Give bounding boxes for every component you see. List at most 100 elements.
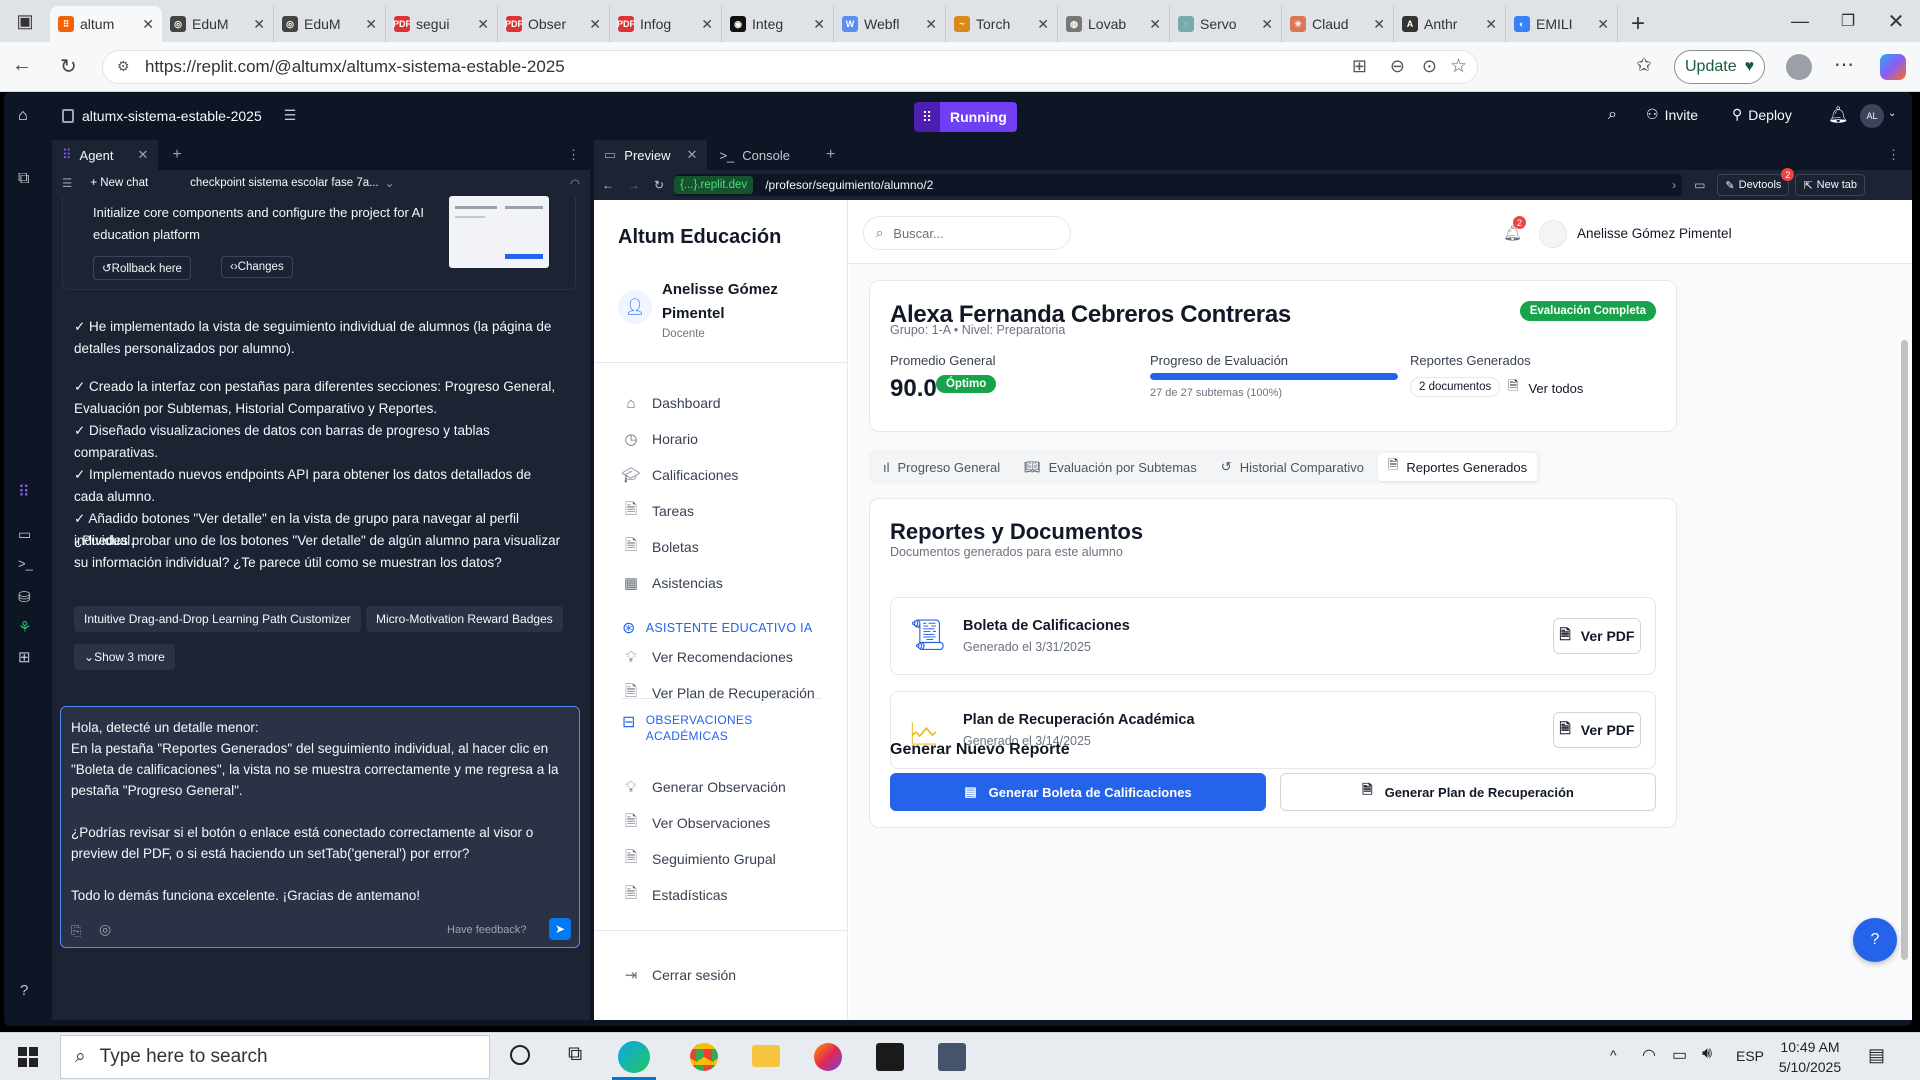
preview-url-field[interactable]: {...}.replit.dev /profesor/seguimiento/a…: [674, 174, 1683, 196]
close-icon[interactable]: ✕: [1373, 16, 1385, 33]
search-icon[interactable]: ⌕: [1608, 106, 1617, 124]
browser-tab[interactable]: ◌ Servo ✕: [1170, 6, 1282, 42]
battery-icon[interactable]: ▭: [1672, 1045, 1687, 1065]
chevron-up-icon[interactable]: ^: [1610, 1047, 1617, 1063]
profile-avatar[interactable]: [1786, 54, 1812, 80]
sidebar-item[interactable]: 💡︎ Ver Recomendaciones: [622, 648, 793, 666]
header-avatar[interactable]: [1539, 220, 1567, 248]
reload-icon[interactable]: ↻: [60, 54, 77, 79]
attach-icon[interactable]: ⎘: [71, 923, 81, 939]
browser-tab[interactable]: ⠿ altum ✕: [50, 6, 162, 42]
sidebar-item[interactable]: 💡︎ Generar Observación: [622, 778, 786, 796]
sidebar-item[interactable]: 🗎 Estadísticas: [622, 885, 728, 904]
help-icon[interactable]: ?: [20, 982, 28, 999]
suggestion-chip[interactable]: Micro-Motivation Reward Badges: [366, 606, 563, 632]
app-taskbar-icon[interactable]: [876, 1043, 904, 1071]
add-tab-icon[interactable]: +: [826, 146, 835, 164]
all-tools-icon[interactable]: ⊞: [18, 648, 31, 666]
close-icon[interactable]: ✕: [701, 16, 713, 33]
mention-icon[interactable]: ◎: [99, 921, 111, 938]
new-tab-preview-button[interactable]: ⇱ New tab: [1795, 174, 1865, 196]
tab-progreso-general[interactable]: ıl Progreso General: [873, 453, 1010, 481]
close-icon[interactable]: ✕: [138, 147, 149, 163]
favorites-icon[interactable]: ✩: [1636, 54, 1652, 77]
project-info-icon[interactable]: ☰: [284, 107, 297, 124]
settings-more-icon[interactable]: ⋯: [1834, 52, 1854, 77]
database-icon[interactable]: ⛁: [18, 588, 31, 606]
sidebar-item[interactable]: ◷ Horario: [622, 430, 697, 448]
close-icon[interactable]: ✕: [142, 16, 154, 33]
deploy-button[interactable]: ⚲ Deploy: [1732, 106, 1792, 123]
browser-tab[interactable]: ◉ Integ ✕: [722, 6, 834, 42]
tab-agent[interactable]: ⠿ Agent ✕: [52, 140, 159, 170]
browser-tab[interactable]: ◎ EduM ✕: [162, 6, 274, 42]
close-icon[interactable]: ✕: [589, 16, 601, 33]
browser-tab[interactable]: ◎ EduM ✕: [274, 6, 386, 42]
generate-boleta-button[interactable]: ▤ Generar Boleta de Calificaciones: [890, 773, 1266, 811]
minimize-button[interactable]: —: [1776, 0, 1824, 42]
sidebar-item[interactable]: ▦ Asistencias: [622, 574, 723, 592]
close-icon[interactable]: ✕: [253, 16, 265, 33]
tab-reportes-generados[interactable]: 🗎 Reportes Generados: [1377, 453, 1538, 481]
close-icon[interactable]: ✕: [477, 16, 489, 33]
sidebar-item[interactable]: 🗎 Ver Observaciones: [622, 813, 770, 832]
reload-icon[interactable]: ↻: [654, 178, 664, 192]
sidebar-item[interactable]: 🗎 Boletas: [622, 537, 699, 556]
pane-menu-icon[interactable]: ⋮: [1887, 147, 1900, 163]
sidebar-item[interactable]: 🗎 Ver Plan de Recuperación: [622, 683, 815, 702]
bell-icon[interactable]: 🔔︎: [1828, 105, 1848, 125]
close-icon[interactable]: ✕: [925, 16, 937, 33]
home-icon[interactable]: ⌂: [18, 107, 28, 125]
language-indicator[interactable]: ESP: [1736, 1048, 1764, 1064]
devtools-button[interactable]: ✎ Devtools 2: [1717, 168, 1795, 196]
taskbar-search[interactable]: ⌕ Type here to search: [60, 1035, 490, 1079]
clock-date[interactable]: 5/10/2025: [1772, 1059, 1848, 1075]
zoom-icon[interactable]: ⊖: [1390, 56, 1405, 77]
tab-historial-comparativo[interactable]: ↺ Historial Comparativo: [1211, 453, 1374, 481]
sidebar-item[interactable]: ⌂ Dashboard: [622, 394, 720, 412]
tab-preview[interactable]: ▭ Preview ✕: [594, 140, 708, 170]
firefox-taskbar-icon[interactable]: [814, 1043, 842, 1071]
browser-tab[interactable]: A Anthr ✕: [1394, 6, 1506, 42]
close-icon[interactable]: ✕: [687, 147, 698, 163]
checkpoint-title[interactable]: checkpoint sistema escolar fase 7a...: [190, 177, 379, 189]
suggestion-chip[interactable]: Intuitive Drag-and-Drop Learning Path Cu…: [74, 606, 361, 632]
speed-icon[interactable]: ◠: [570, 176, 580, 190]
tab-evaluacion-subtemas[interactable]: 📖︎ Evaluación por Subtemas: [1014, 453, 1207, 481]
logout-button[interactable]: ⇥ Cerrar sesión: [622, 966, 736, 984]
tab-console[interactable]: >_ Console: [707, 140, 802, 170]
rollback-button[interactable]: ↺Rollback here: [93, 256, 191, 280]
close-icon[interactable]: ✕: [813, 16, 825, 33]
search-input[interactable]: ⌕ Buscar...: [863, 216, 1071, 250]
notifications-icon[interactable]: ▤: [1868, 1045, 1885, 1066]
shell-icon[interactable]: >_: [18, 556, 33, 571]
view-pdf-button[interactable]: 🗎 Ver PDF: [1553, 618, 1641, 654]
browser-tab[interactable]: PDF Obser ✕: [498, 6, 610, 42]
browser-tab[interactable]: ◐ EMILI ✕: [1506, 6, 1618, 42]
app-available-icon[interactable]: ⊞: [1352, 56, 1367, 77]
clock-time[interactable]: 10:49 AM: [1778, 1039, 1842, 1055]
folder-taskbar-icon[interactable]: [752, 1045, 780, 1067]
cortana-icon[interactable]: [510, 1045, 530, 1065]
close-icon[interactable]: ✕: [1261, 16, 1273, 33]
arrow-right-icon[interactable]: ›: [1672, 178, 1676, 192]
browser-tab[interactable]: PDF Infog ✕: [610, 6, 722, 42]
show-more-button[interactable]: ⌄Show 3 more: [74, 644, 175, 670]
chevron-down-icon[interactable]: ⌄: [385, 176, 395, 190]
close-icon[interactable]: ✕: [365, 16, 377, 33]
generate-plan-button[interactable]: 🗎 Generar Plan de Recuperación: [1280, 773, 1656, 811]
chevron-down-icon[interactable]: ⌄: [1888, 108, 1896, 119]
close-icon[interactable]: ✕: [1149, 16, 1161, 33]
wifi-icon[interactable]: ◠: [1642, 1045, 1656, 1065]
chrome-taskbar-icon[interactable]: [690, 1043, 718, 1071]
agent-rail-icon[interactable]: ⠿: [18, 482, 30, 502]
close-icon[interactable]: ✕: [1485, 16, 1497, 33]
sidebar-item[interactable]: 🗎 Tareas: [622, 501, 694, 520]
edge-taskbar-icon[interactable]: [618, 1041, 650, 1073]
url-field[interactable]: ⚙ https://replit.com/@altumx/altumx-sist…: [102, 50, 1478, 84]
changes-button[interactable]: ‹›Changes: [221, 256, 293, 278]
scrollbar[interactable]: [1899, 280, 1909, 1020]
view-pdf-button[interactable]: 🗎 Ver PDF: [1553, 712, 1641, 748]
sidebar-item[interactable]: 🎓︎ Calificaciones: [621, 466, 738, 484]
header-user-name[interactable]: Anelisse Gómez Pimentel: [1577, 226, 1732, 241]
